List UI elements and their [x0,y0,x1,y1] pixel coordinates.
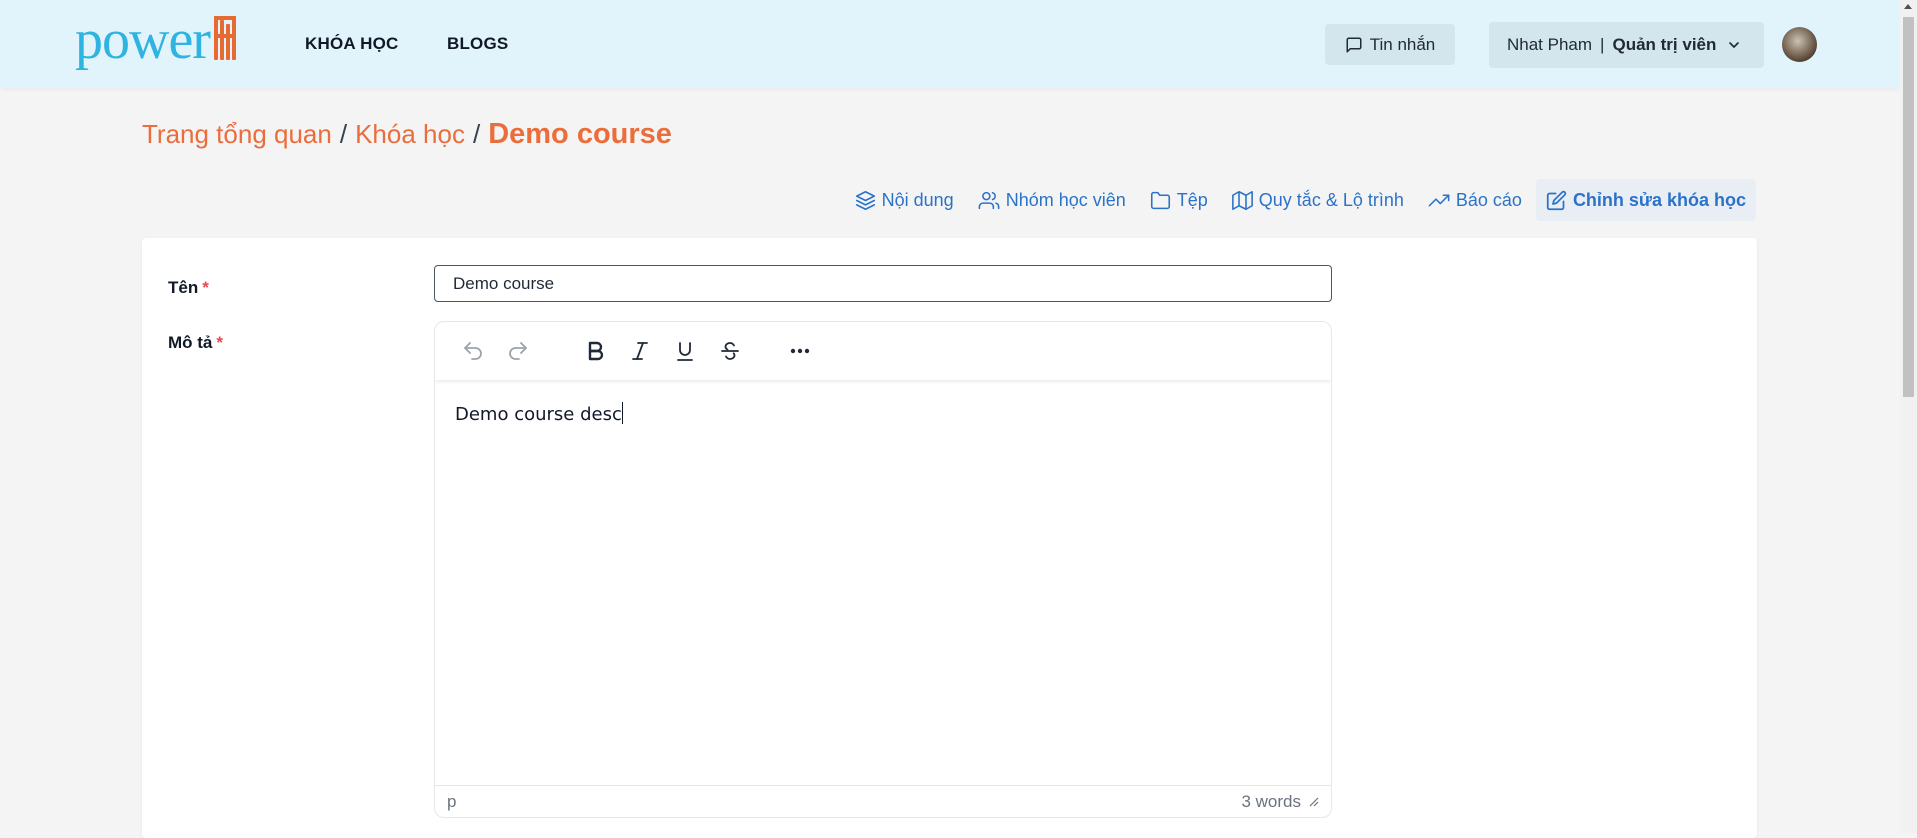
tab-label: Tệp [1176,189,1208,210]
tab-content[interactable]: Nội dung [845,179,964,221]
required-mark: * [202,278,209,297]
chevron-down-icon [1726,37,1742,53]
tab-label: Báo cáo [1455,189,1522,210]
trending-up-icon [1428,193,1450,207]
user-role: Quản trị viên [1612,35,1717,54]
tab-label: Nội dung [881,189,954,210]
tab-label: Quy tắc & Lộ trình [1258,189,1404,210]
name-label-text: Tên [168,278,199,297]
page-title: Demo course [488,118,672,150]
scrollbar-thumb[interactable] [1903,17,1914,397]
undo-icon[interactable] [455,333,491,369]
editor-statusbar: p 3 words [435,785,1331,817]
messages-label: Tin nhắn [1369,34,1436,54]
course-tabs: Nội dung Nhóm học viên Tệp Quy tắc & Lộ … [845,179,1756,221]
nav-link-blogs[interactable]: BLOGS [447,34,508,54]
logo-text: power [75,9,211,71]
edit-icon [1546,190,1567,210]
breadcrumb-separator: / [339,119,348,149]
more-icon[interactable] [782,333,818,369]
avatar[interactable] [1782,27,1817,62]
description-label: Mô tả * [168,333,223,353]
name-label: Tên * [168,278,209,298]
tab-label: Nhóm học viên [1005,189,1126,210]
editor-content[interactable]: Demo course desc [435,380,1331,785]
folder-icon [1150,191,1170,209]
breadcrumb-dashboard[interactable]: Trang tổng quan [142,119,332,150]
tab-label: Chỉnh sửa khóa học [1572,189,1746,210]
logo[interactable]: power [75,8,238,71]
text-caret [621,402,623,424]
breadcrumb-separator: / [472,119,481,149]
messages-button[interactable]: Tin nhắn [1325,24,1455,65]
redo-icon[interactable] [500,333,536,369]
users-icon [978,191,1000,209]
name-input[interactable] [434,265,1332,302]
description-label-text: Mô tả [168,333,213,352]
layers-icon [855,190,875,210]
tab-files[interactable]: Tệp [1140,179,1218,221]
required-mark: * [216,333,224,352]
user-name: Nhat Pham [1507,35,1593,54]
logo-mark-icon [212,16,238,60]
description-text: Demo course desc [455,404,622,425]
word-count[interactable]: 3 words [1241,792,1301,812]
bold-icon[interactable] [577,333,613,369]
scroll-up-arrow-icon[interactable] [1904,4,1912,9]
editor-toolbar [435,322,1331,380]
rich-text-editor: Demo course desc p 3 words [434,321,1332,818]
nav-link-courses[interactable]: KHÓA HỌC [305,34,399,54]
resize-handle-icon[interactable] [1309,797,1319,807]
course-edit-form: Tên* Mô tả* [142,238,1757,838]
message-icon [1346,37,1362,52]
tab-reports[interactable]: Báo cáo [1418,179,1532,221]
page-scrollbar[interactable] [1900,0,1917,833]
tab-student-groups[interactable]: Nhóm học viên [968,179,1136,221]
tab-edit-course[interactable]: Chỉnh sửa khóa học [1535,179,1756,221]
map-icon [1231,190,1253,210]
underline-icon[interactable] [667,333,703,369]
user-menu[interactable]: Nhat Pham | Quản trị viên [1489,22,1764,68]
top-navbar: power KHÓA HỌC BLOGS Tin nhắn Nhat Pham … [0,0,1900,88]
user-separator: | [1600,35,1605,54]
element-path[interactable]: p [447,792,456,812]
breadcrumb: Trang tổng quan / Khóa học / Demo course [142,118,672,151]
breadcrumb-courses[interactable]: Khóa học [355,119,465,150]
italic-icon[interactable] [622,333,658,369]
tab-rules-paths[interactable]: Quy tắc & Lộ trình [1222,179,1414,221]
strikethrough-icon[interactable] [712,333,748,369]
